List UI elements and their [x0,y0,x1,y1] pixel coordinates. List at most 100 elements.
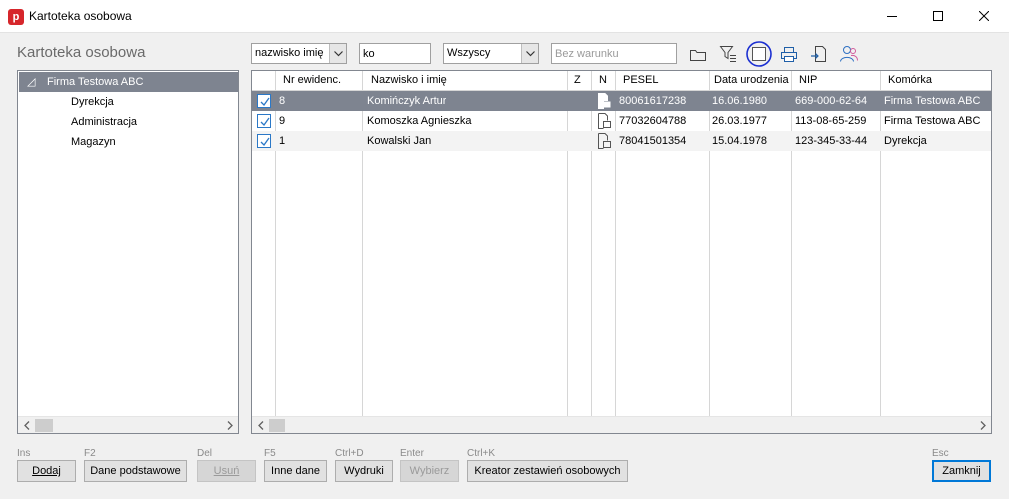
scroll-right-arrow[interactable] [221,417,238,434]
cell-nr: 8 [279,95,286,107]
shortcut-hint-other: F5 [264,448,276,459]
cell-pesel: 78041501354 [619,135,687,147]
shortcut-hint-delete: Del [197,448,213,459]
cell-birth-date: 26.03.1977 [712,115,768,127]
document-filled-icon [598,93,611,109]
other-data-button[interactable]: Inne dane [264,460,327,482]
shortcut-hint-basic: F2 [84,448,96,459]
column-header-birth-date[interactable]: Data urodzenia [714,71,789,90]
tree-item-root[interactable]: ◿ Firma Testowa ABC [19,72,238,92]
chevron-down-icon[interactable] [329,44,346,63]
filter-icon [719,46,736,62]
shortcut-hint-add: Ins [17,448,31,459]
cell-birth-date: 15.04.1978 [712,135,768,147]
tree-item-administracja[interactable]: Administracja [71,112,137,132]
row-checkbox[interactable] [257,114,271,128]
tree-item-dyrekcja[interactable]: Dyrekcja [71,92,114,112]
blank-button[interactable] [745,41,773,67]
basic-data-button[interactable]: Dane podstawowe [84,460,187,482]
column-header-pesel[interactable]: PESEL [623,71,658,90]
chevron-left-icon [257,421,263,430]
export-button[interactable] [808,44,830,64]
grid-horizontal-scrollbar[interactable] [252,416,991,433]
prints-button-label: Wydruki [344,465,384,477]
search-input[interactable] [359,43,431,64]
table-row[interactable]: 1 Kowalski Jan 78041501354 15.04.1978 12… [252,131,991,151]
basic-data-button-label: Dane podstawowe [90,465,181,477]
report-creator-button-label: Kreator zestawień osobowych [474,465,621,477]
cell-pesel: 80061617238 [619,95,687,107]
shortcut-hint-choose: Enter [400,448,424,459]
prints-button[interactable]: Wydruki [335,460,393,482]
print-icon [781,46,797,62]
cell-nip: 669-000-62-64 [795,95,868,107]
column-header-nr[interactable]: Nr ewidenc. [283,71,341,90]
other-data-button-label: Inne dane [271,465,320,477]
title-bar: p Kartoteka osobowa [0,0,1009,33]
field-combo[interactable]: nazwisko imię [251,43,347,64]
cell-birth-date: 16.06.1980 [712,95,768,107]
column-header-nip[interactable]: NIP [799,71,817,90]
table-row[interactable]: 9 Komoszka Agnieszka 77032604788 26.03.1… [252,111,991,131]
print-button[interactable] [778,44,800,64]
cell-pesel: 77032604788 [619,115,687,127]
maximize-button[interactable] [915,0,961,32]
page-title: Kartoteka osobowa [17,44,146,61]
window-title: Kartoteka osobowa [29,9,132,23]
people-button[interactable] [838,44,860,64]
tree-horizontal-scrollbar[interactable] [18,416,238,433]
cell-n [592,131,615,151]
row-checkbox[interactable] [257,134,271,148]
shortcut-hint-close: Esc [932,448,949,459]
scroll-right-arrow[interactable] [974,417,991,433]
cell-nip: 123-345-33-44 [795,135,868,147]
maximize-icon [933,11,943,21]
cell-unit: Firma Testowa ABC [884,95,981,107]
column-header-z[interactable]: Z [574,71,581,90]
scroll-left-arrow[interactable] [18,417,35,434]
check-icon [260,97,270,107]
tree-item-label: Firma Testowa ABC [47,76,144,88]
export-icon [811,46,826,62]
delete-button[interactable]: Usuń [197,460,256,482]
column-header-n[interactable]: N [599,71,607,90]
app-icon: p [8,9,24,25]
employee-grid[interactable]: Nr ewidenc. Nazwisko i imię Z N PESEL Da… [251,70,992,434]
choose-button[interactable]: Wybierz [400,460,459,482]
table-row[interactable]: 8 Komińczyk Artur 80061617238 16.06.1980… [252,91,991,111]
folder-button[interactable] [687,44,709,64]
chevron-right-icon [227,421,233,430]
document-icon [598,113,611,129]
folder-icon [690,49,706,61]
cell-nr: 1 [279,135,286,147]
tree-item-magazyn[interactable]: Magazyn [71,132,116,152]
document-icon [598,133,611,149]
people-icon [840,46,858,62]
chevron-down-icon[interactable] [521,44,538,63]
scope-combo[interactable]: Wszyscy [443,43,539,64]
add-button[interactable]: Dodaj [17,460,76,482]
field-combo-value: nazwisko imię [255,47,324,59]
scroll-left-arrow[interactable] [252,417,269,433]
cell-unit: Dyrekcja [884,135,927,147]
minimize-button[interactable] [869,0,915,32]
scroll-thumb[interactable] [35,419,53,432]
tree-panel[interactable]: ◿ Firma Testowa ABC Dyrekcja Administrac… [17,70,239,434]
tree-expander[interactable]: ◿ [27,72,35,92]
cell-name: Komińczyk Artur [367,95,447,107]
cell-unit: Firma Testowa ABC [884,115,981,127]
scroll-thumb[interactable] [269,419,285,432]
close-button[interactable]: Zamknij [932,460,991,482]
row-checkbox[interactable] [257,94,271,108]
cell-name: Komoszka Agnieszka [367,115,472,127]
report-creator-button[interactable]: Kreator zestawień osobowych [467,460,628,482]
close-window-button[interactable] [961,0,1007,32]
condition-input[interactable] [551,43,677,64]
filter-button[interactable] [717,44,739,64]
cell-n [592,91,615,111]
column-header-unit[interactable]: Komórka [888,71,932,90]
column-header-name[interactable]: Nazwisko i imię [371,71,447,90]
chevron-left-icon [23,421,29,430]
shortcut-hint-creator: Ctrl+K [467,448,496,459]
blank-square-icon [746,41,772,67]
